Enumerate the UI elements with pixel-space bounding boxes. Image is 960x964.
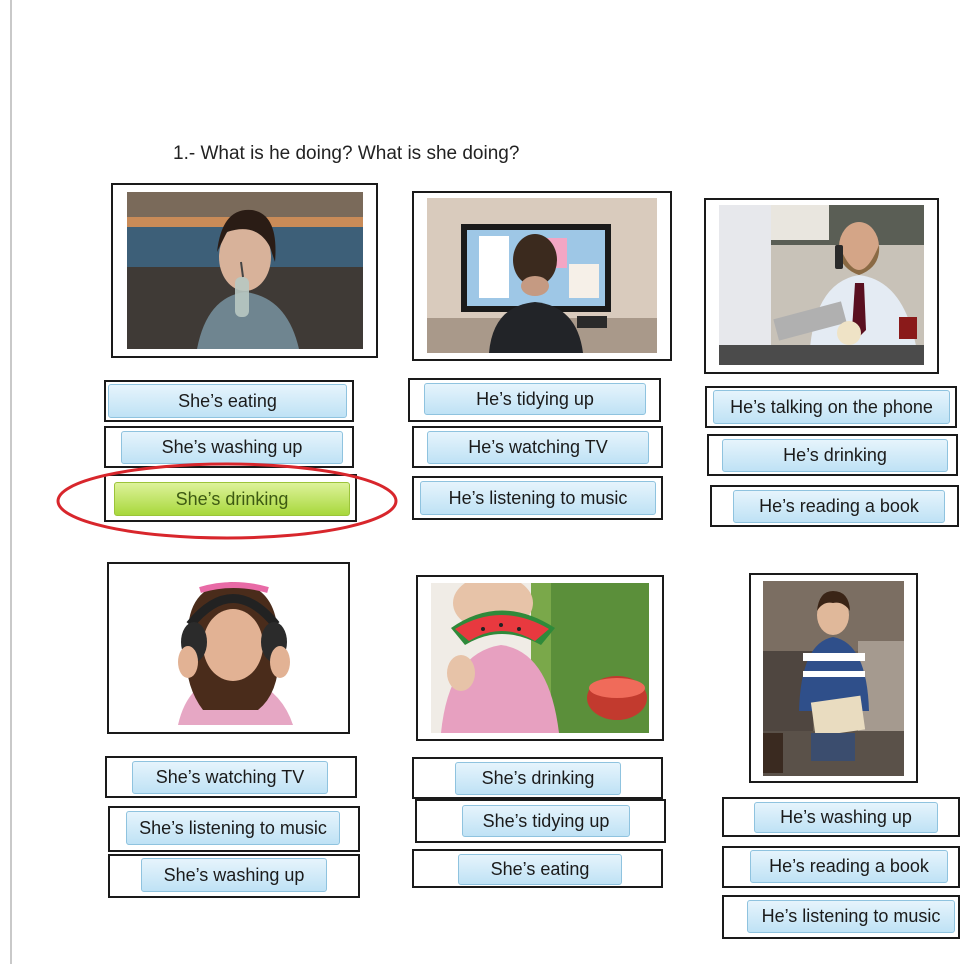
man-on-phone-photo (719, 205, 924, 365)
exercise-2-option-2-button[interactable]: He’s watching TV (427, 431, 649, 464)
exercise-2-option-1-button[interactable]: He’s tidying up (424, 383, 646, 415)
exercise-3-option-3-button[interactable]: He’s reading a book (733, 490, 945, 523)
exercise-3-option-2-button[interactable]: He’s drinking (722, 439, 948, 472)
exercise-6-option-2-button[interactable]: He’s reading a book (750, 850, 948, 883)
exercise-4-option-1-button[interactable]: She’s watching TV (132, 761, 328, 794)
exercise-5-option-2-button[interactable]: She’s tidying up (462, 805, 630, 837)
boy-watching-tv-photo (427, 198, 657, 353)
exercise-title: 1.- What is he doing? What is she doing? (173, 143, 520, 164)
exercise-3-option-1-button[interactable]: He’s talking on the phone (713, 390, 950, 424)
exercise-4-option-3-button[interactable]: She’s washing up (141, 858, 327, 892)
exercise-2-option-3-button[interactable]: He’s listening to music (420, 481, 656, 515)
girl-eating-watermelon-photo (431, 583, 649, 733)
exercise-4-option-2-button[interactable]: She’s listening to music (126, 811, 340, 845)
exercise-1-option-3-button-selected[interactable]: She’s drinking (114, 482, 350, 516)
exercise-6-option-1-button[interactable]: He’s washing up (754, 802, 938, 833)
exercise-1-option-2-button[interactable]: She’s washing up (121, 431, 343, 464)
exercise-5-option-1-button[interactable]: She’s drinking (455, 762, 621, 795)
girl-drinking-photo (127, 192, 363, 349)
exercise-6-option-3-button[interactable]: He’s listening to music (747, 900, 955, 933)
girl-headphones-photo (118, 570, 340, 725)
page-margin-line (10, 0, 12, 964)
boy-reading-photo (763, 581, 904, 776)
exercise-5-option-3-button[interactable]: She’s eating (458, 854, 622, 885)
exercise-1-option-1-button[interactable]: She’s eating (108, 384, 347, 418)
